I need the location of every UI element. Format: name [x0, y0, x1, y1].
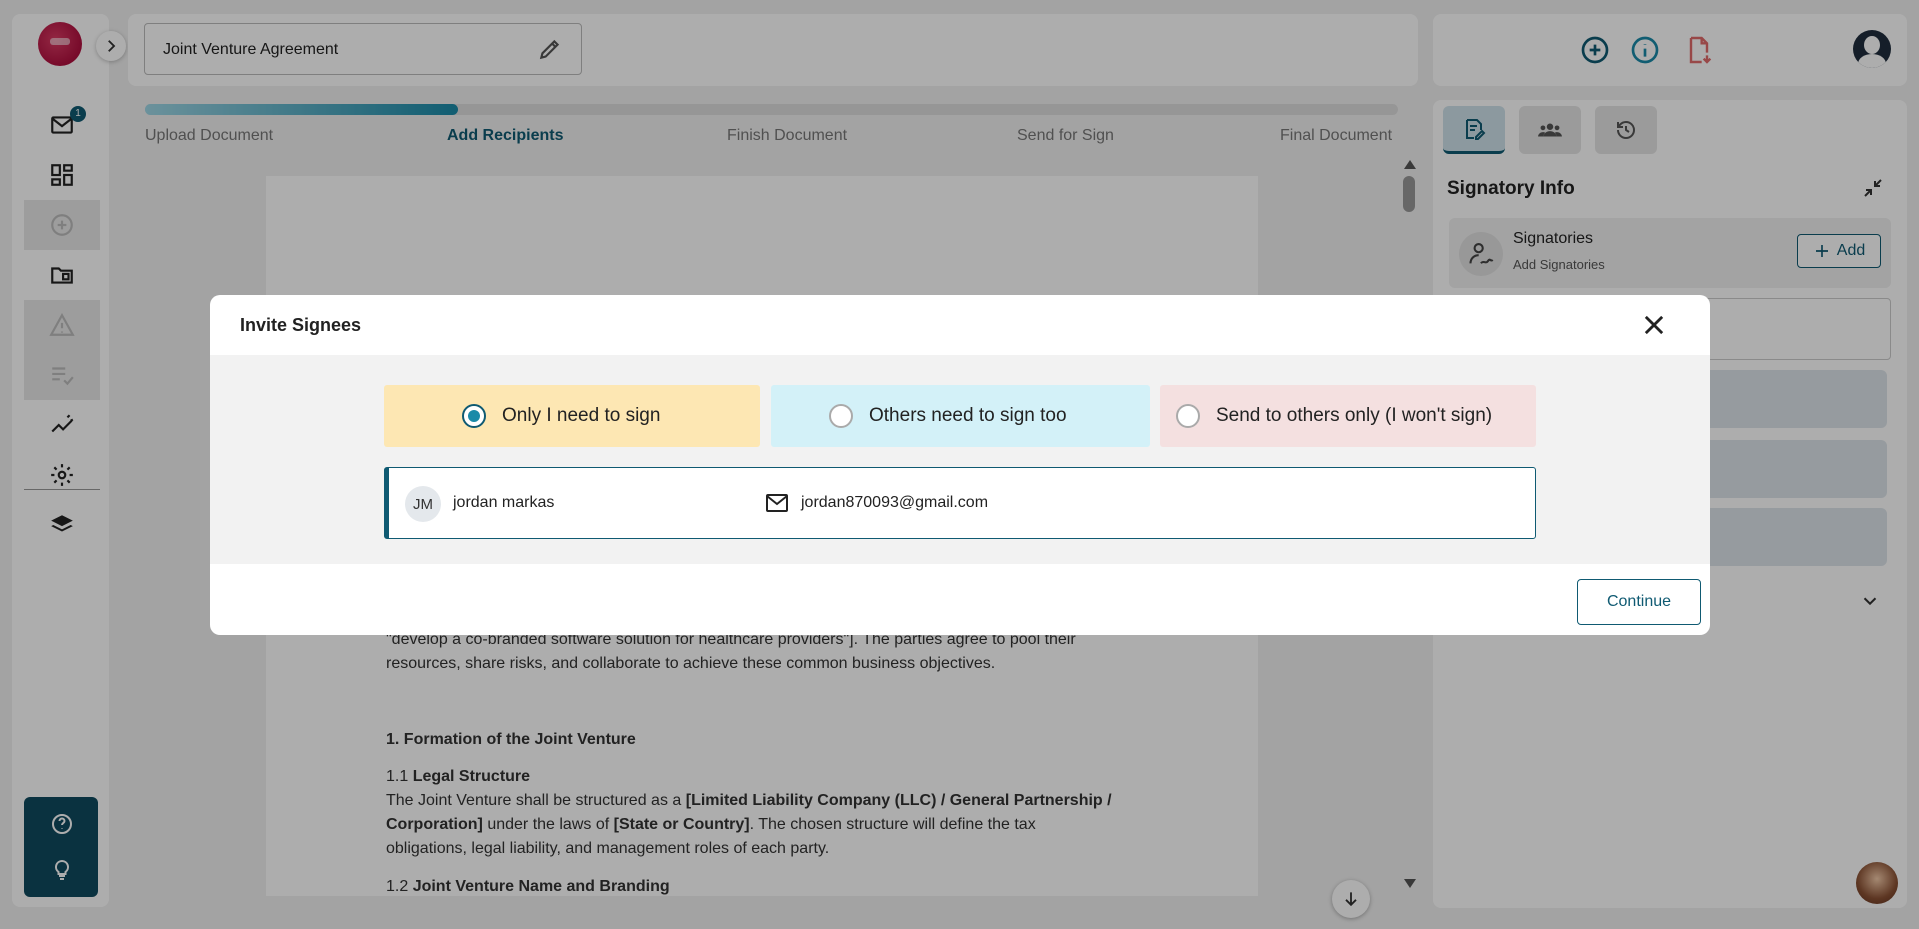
- signer-email: jordan870093@gmail.com: [801, 494, 989, 511]
- continue-button[interactable]: Continue: [1577, 579, 1701, 625]
- dialog-title: Invite Signees: [240, 315, 362, 335]
- radio-only-i-sign[interactable]: [462, 404, 486, 428]
- dialog-body: Only I need to sign Others need to sign …: [210, 355, 1710, 564]
- mail-icon: [766, 494, 788, 512]
- signer-row[interactable]: JM jordan markas jordan870093@gmail.com: [384, 467, 1536, 539]
- radio-send-to-others-only[interactable]: [1176, 404, 1200, 428]
- signer-name: jordan markas: [453, 494, 555, 511]
- invite-signees-dialog: Invite Signees Only I need to sign Other…: [210, 295, 1710, 635]
- option-others-sign-too[interactable]: Others need to sign too: [771, 385, 1150, 447]
- option-only-i-sign[interactable]: Only I need to sign: [384, 385, 760, 447]
- option-send-to-others-only[interactable]: Send to others only (I won't sign): [1160, 385, 1536, 447]
- close-icon[interactable]: [1640, 311, 1668, 339]
- radio-others-sign-too[interactable]: [829, 404, 853, 428]
- signer-initials-avatar: JM: [405, 486, 441, 522]
